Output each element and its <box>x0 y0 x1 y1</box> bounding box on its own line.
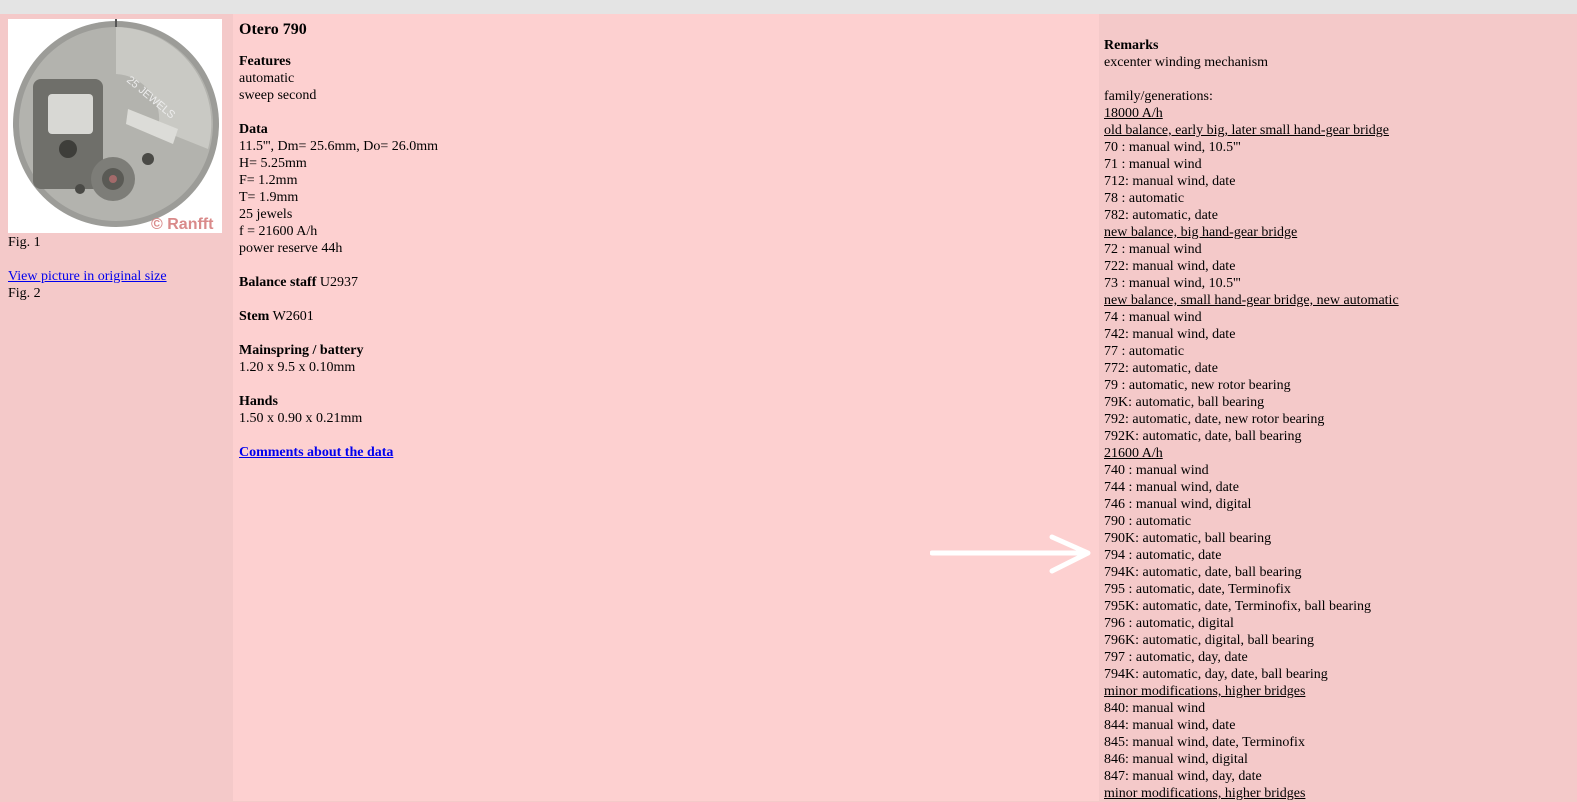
generation-item: 79 : automatic, new rotor bearing <box>1104 378 1291 393</box>
feature-item: sweep second <box>239 88 317 103</box>
generation-heading: 21600 A/h <box>1104 446 1163 461</box>
generation-item: 847: manual wind, day, date <box>1104 769 1262 784</box>
view-original-size-link[interactable]: View picture in original size <box>8 268 167 285</box>
stem-section: Stem W2601 <box>239 308 1089 325</box>
remarks-text: excenter winding mechanism <box>1104 55 1269 70</box>
generation-item: 790 : automatic <box>1104 514 1192 529</box>
generation-item: 782: automatic, date <box>1104 208 1218 223</box>
data-item: T= 1.9mm <box>239 190 299 205</box>
generation-item: 71 : manual wind <box>1104 157 1202 172</box>
generation-item: 70 : manual wind, 10.5''' <box>1104 140 1241 155</box>
generation-item: 794K: automatic, day, date, ball bearing <box>1104 667 1328 682</box>
stem-value: W2601 <box>269 309 314 324</box>
generation-item: 794K: automatic, date, ball bearing <box>1104 565 1302 580</box>
generation-item: 77 : automatic <box>1104 344 1185 359</box>
generation-heading: new balance, big hand-gear bridge <box>1104 225 1298 240</box>
figure-2-caption: Fig. 2 <box>8 286 41 301</box>
generation-item: 746 : manual wind, digital <box>1104 497 1252 512</box>
movement-details: Otero 790 Features automatic sweep secon… <box>239 20 1089 461</box>
data-section: Data 11.5''', Dm= 25.6mm, Do= 26.0mm H= … <box>239 121 1089 257</box>
generation-heading: 18000 A/h <box>1104 106 1163 121</box>
generations-list: 18000 A/h old balance, early big, later s… <box>1104 105 1564 802</box>
arrow-right-icon <box>930 534 1091 574</box>
generation-item: 744 : manual wind, date <box>1104 480 1239 495</box>
generation-heading: minor modifications, higher bridges <box>1104 786 1306 801</box>
generation-item: 772: automatic, date <box>1104 361 1218 376</box>
generation-item: 78 : automatic <box>1104 191 1185 206</box>
generation-item: 79K: automatic, ball bearing <box>1104 395 1265 410</box>
balance-staff-value: U2937 <box>316 275 359 290</box>
generation-item: 72 : manual wind <box>1104 242 1202 257</box>
data-label: Data <box>239 122 268 137</box>
data-item: H= 5.25mm <box>239 156 307 171</box>
page-title: Otero 790 <box>239 21 307 38</box>
data-item: F= 1.2mm <box>239 173 298 188</box>
generation-item: 712: manual wind, date <box>1104 174 1236 189</box>
balance-staff-label: Balance staff <box>239 275 317 290</box>
generation-item: 792K: automatic, date, ball bearing <box>1104 429 1302 444</box>
left-column: 25 JEWELS © Ranfft Fig. 1 View picture i… <box>0 14 233 801</box>
data-item: 11.5''', Dm= 25.6mm, Do= 26.0mm <box>239 139 439 154</box>
stem-label: Stem <box>239 309 270 324</box>
data-item: 25 jewels <box>239 207 293 222</box>
browser-top-bar <box>0 0 1577 14</box>
generation-item: 844: manual wind, date <box>1104 718 1236 733</box>
generation-item: 722: manual wind, date <box>1104 259 1236 274</box>
generation-item: 795K: automatic, date, Terminofix, ball … <box>1104 599 1372 614</box>
mainspring-label: Mainspring / battery <box>239 343 364 358</box>
generation-item: 790K: automatic, ball bearing <box>1104 531 1272 546</box>
features-section: Features automatic sweep second <box>239 53 1089 104</box>
data-item: f = 21600 A/h <box>239 224 318 239</box>
data-item: power reserve 44h <box>239 241 343 256</box>
generation-heading: new balance, small hand-gear bridge, new… <box>1104 293 1399 308</box>
generation-item: 73 : manual wind, 10.5''' <box>1104 276 1241 291</box>
generation-item: 795 : automatic, date, Terminofix <box>1104 582 1291 597</box>
generation-item: 742: manual wind, date <box>1104 327 1236 342</box>
movement-photo: 25 JEWELS © Ranfft <box>8 19 222 233</box>
hands-value: 1.50 x 0.90 x 0.21mm <box>239 411 363 426</box>
remarks-label: Remarks <box>1104 38 1159 53</box>
generation-item: 797 : automatic, day, date <box>1104 650 1248 665</box>
mainspring-value: 1.20 x 9.5 x 0.10mm <box>239 360 356 375</box>
mainspring-section: Mainspring / battery 1.20 x 9.5 x 0.10mm <box>239 342 1089 376</box>
generation-item: 792: automatic, date, new rotor bearing <box>1104 412 1325 427</box>
remarks-section: Remarks excenter winding mechanism famil… <box>1104 37 1564 802</box>
generation-item: 845: manual wind, date, Terminofix <box>1104 735 1305 750</box>
figure-1-caption: Fig. 1 <box>8 235 41 250</box>
generation-item: 846: manual wind, digital <box>1104 752 1248 767</box>
watch-movement-image: 25 JEWELS © Ranfft <box>8 19 222 233</box>
hands-section: Hands 1.50 x 0.90 x 0.21mm <box>239 393 1089 427</box>
hands-label: Hands <box>239 394 278 409</box>
main-column: Otero 790 Features automatic sweep secon… <box>233 14 1099 801</box>
generation-heading: old balance, early big, later small hand… <box>1104 123 1389 138</box>
generation-item: 796 : automatic, digital <box>1104 616 1234 631</box>
watermark-text: © Ranfft <box>151 216 214 233</box>
family-generations-label: family/generations: <box>1104 89 1213 104</box>
comments-about-data-link[interactable]: Comments about the data <box>239 445 393 460</box>
generation-item: 74 : manual wind <box>1104 310 1202 325</box>
balance-staff-section: Balance staff U2937 <box>239 274 1089 291</box>
generation-item: 840: manual wind <box>1104 701 1206 716</box>
generation-item: 794 : automatic, date <box>1104 548 1222 563</box>
generation-heading: minor modifications, higher bridges <box>1104 684 1306 699</box>
generation-item: 740 : manual wind <box>1104 463 1209 478</box>
generation-item: 796K: automatic, digital, ball bearing <box>1104 633 1314 648</box>
features-label: Features <box>239 54 291 69</box>
feature-item: automatic <box>239 71 295 86</box>
remarks-column: Remarks excenter winding mechanism famil… <box>1099 14 1577 801</box>
